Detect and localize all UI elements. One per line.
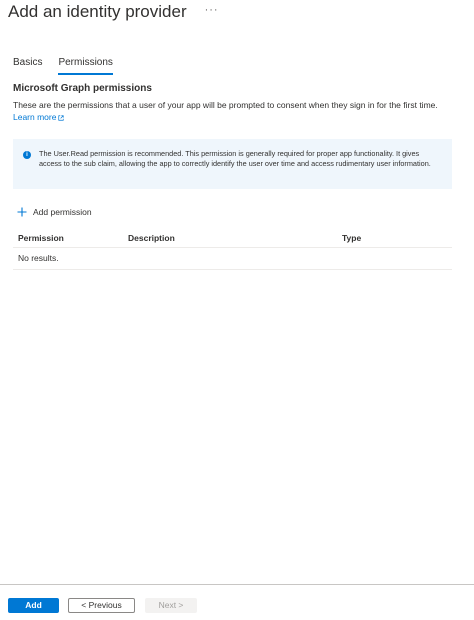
tab-permissions[interactable]: Permissions <box>58 55 113 75</box>
add-button[interactable]: Add <box>8 598 59 613</box>
column-header-permission[interactable]: Permission <box>18 233 64 243</box>
section-title: Microsoft Graph permissions <box>13 83 152 94</box>
table-header: Permission Description Type <box>13 228 452 248</box>
learn-more-link[interactable]: Learn more <box>13 112 65 122</box>
next-button: Next > <box>145 598 197 613</box>
tab-basics[interactable]: Basics <box>13 55 42 75</box>
more-options-icon[interactable]: ··· <box>205 4 219 16</box>
permissions-table: Permission Description Type No results. <box>13 228 452 270</box>
column-header-description[interactable]: Description <box>128 233 175 243</box>
info-text: The User.Read permission is recommended.… <box>39 149 431 168</box>
plus-icon <box>17 207 27 217</box>
table-row: No results. <box>13 248 452 270</box>
external-link-icon <box>58 115 65 121</box>
info-message-bar: i The User.Read permission is recommende… <box>13 139 452 189</box>
tab-bar: Basics Permissions <box>13 55 129 75</box>
footer-divider <box>0 584 474 585</box>
blade-header: Add an identity provider ··· <box>8 2 219 22</box>
page-title: Add an identity provider <box>8 2 187 21</box>
description-text: These are the permissions that a user of… <box>13 100 438 110</box>
previous-button[interactable]: < Previous <box>68 598 135 613</box>
add-permission-button[interactable]: Add permission <box>17 207 92 217</box>
info-icon: i <box>23 151 31 159</box>
empty-results-text: No results. <box>18 253 59 263</box>
add-permission-label: Add permission <box>33 207 92 217</box>
column-header-type[interactable]: Type <box>342 233 361 243</box>
learn-more-label: Learn more <box>13 112 57 122</box>
section-description: These are the permissions that a user of… <box>13 99 461 123</box>
